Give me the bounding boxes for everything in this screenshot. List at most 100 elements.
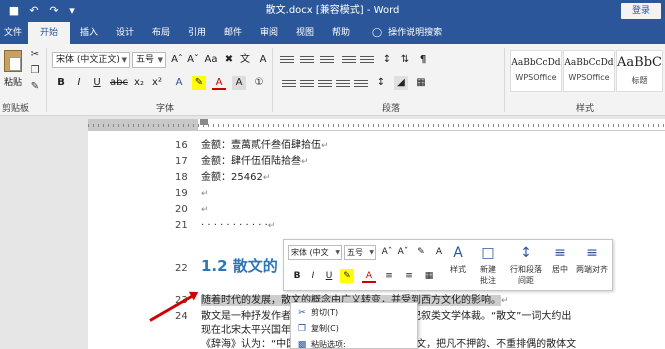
doc-line[interactable]: 19 ↵ xyxy=(175,186,209,202)
underline-button[interactable]: U xyxy=(90,76,104,90)
bold-button[interactable]: B xyxy=(54,76,68,90)
cut-icon[interactable]: ✂ xyxy=(28,48,42,62)
indent-marker[interactable] xyxy=(200,119,208,125)
multilevel-list-icon[interactable] xyxy=(320,54,334,66)
line-number: 19 xyxy=(175,188,188,199)
char-shading-icon[interactable]: A xyxy=(232,76,246,90)
tab-design[interactable]: 设计 xyxy=(110,22,140,44)
italic-button[interactable]: I xyxy=(306,269,320,283)
chinese-layout-icon[interactable]: ↕ xyxy=(380,53,394,67)
highlight-icon[interactable]: ✎ xyxy=(340,269,354,283)
line-spacing-icon[interactable]: ↕ xyxy=(374,76,388,90)
doc-line[interactable]: 20 ↵ xyxy=(175,202,209,218)
doc-line[interactable]: 18 金额：25462↵ xyxy=(175,170,270,186)
login-button[interactable]: 登录 xyxy=(621,3,661,19)
strikethrough-button[interactable]: abc xyxy=(110,76,128,90)
grow-font-icon[interactable]: Aˆ xyxy=(170,53,184,67)
sort-icon[interactable]: ⇅ xyxy=(398,53,412,67)
decrease-indent-icon[interactable] xyxy=(342,54,356,66)
underline-button[interactable]: U xyxy=(322,269,336,283)
menu-item-copy[interactable]: ❐ 复制(C) xyxy=(291,321,419,337)
doc-line[interactable]: 21 · · · · · · · · · · ·↵ xyxy=(175,218,275,234)
menu-item-cut[interactable]: ✂ 剪切(T) xyxy=(291,305,419,321)
tab-file[interactable]: 文件 xyxy=(0,22,26,44)
align-right-icon[interactable] xyxy=(318,78,332,90)
phonetic-icon[interactable]: 文 xyxy=(238,53,252,67)
line-spacing-button[interactable]: ↕ 行和段落 间距 xyxy=(508,244,544,286)
tab-insert[interactable]: 插入 xyxy=(74,22,104,44)
menu-item-paste-options[interactable]: ▩ 粘贴选项: xyxy=(291,337,419,349)
tab-references[interactable]: 引用 xyxy=(182,22,212,44)
line-number: 16 xyxy=(175,140,188,151)
superscript-button[interactable]: x² xyxy=(150,76,164,90)
group-divider xyxy=(504,48,505,112)
paste-icon[interactable] xyxy=(4,50,22,72)
text-effects-icon[interactable]: A xyxy=(172,76,186,90)
font-name-select[interactable]: 宋体 (中文正文) ▼ xyxy=(52,52,130,68)
align-center-icon[interactable] xyxy=(300,78,314,90)
shrink-font-icon[interactable]: Aˇ xyxy=(396,245,410,259)
numbering-icon[interactable] xyxy=(300,54,314,66)
style-no-spacing[interactable]: AaBbCcDd WPSOffice xyxy=(563,50,615,92)
font-color-icon[interactable]: A xyxy=(212,76,226,90)
grow-font-icon[interactable]: Aˆ xyxy=(380,245,394,259)
bullets-icon[interactable]: ≡ xyxy=(382,269,396,283)
paste-label[interactable]: 粘贴 xyxy=(4,75,22,88)
subscript-button[interactable]: x₂ xyxy=(132,76,146,90)
change-case-icon[interactable]: Aa xyxy=(204,53,218,67)
tab-help[interactable]: 帮助 xyxy=(326,22,356,44)
tab-mailings[interactable]: 邮件 xyxy=(218,22,248,44)
enclose-char-icon[interactable]: ① xyxy=(252,76,266,90)
tab-layout[interactable]: 布局 xyxy=(146,22,176,44)
italic-button[interactable]: I xyxy=(72,76,86,90)
mini-size-select[interactable]: 五号 ▼ xyxy=(344,245,376,260)
shrink-font-icon[interactable]: Aˇ xyxy=(186,53,200,67)
bold-button[interactable]: B xyxy=(290,269,304,283)
styles-icon: A xyxy=(453,245,463,261)
tab-review[interactable]: 审阅 xyxy=(254,22,284,44)
shading-icon[interactable]: ◢ xyxy=(394,76,408,90)
style-heading[interactable]: AaBbC 标题 xyxy=(616,50,663,92)
bullets-icon[interactable] xyxy=(280,54,294,66)
comment-icon: □ xyxy=(481,245,495,261)
doc-heading-line[interactable]: 22 1.2 散文的 xyxy=(175,255,278,277)
chevron-down-icon: ▼ xyxy=(369,249,374,256)
section-heading: 1.2 散文的 xyxy=(201,257,278,275)
line-number: 18 xyxy=(175,172,188,183)
mini-styles-button[interactable]: A 样式 xyxy=(444,244,472,275)
new-comment-button[interactable]: □ 新建 批注 xyxy=(474,244,502,286)
format-painter-icon[interactable]: ✎ xyxy=(414,245,428,259)
font-size-select[interactable]: 五号 ▼ xyxy=(132,52,166,68)
font-color-icon[interactable]: A xyxy=(362,269,376,283)
copy-icon[interactable]: ❐ xyxy=(28,64,42,78)
horizontal-ruler[interactable] xyxy=(88,119,665,131)
paragraph-mark-icon: ↵ xyxy=(201,205,209,215)
group-divider xyxy=(272,48,273,112)
format-painter-icon[interactable]: ✎ xyxy=(28,80,42,94)
tab-home[interactable]: 开始 xyxy=(28,22,70,44)
style-normal[interactable]: AaBbCcDd WPSOffice xyxy=(510,50,562,92)
borders-icon[interactable]: ▦ xyxy=(414,76,428,90)
mini-font-select[interactable]: 宋体 (中文 ▼ xyxy=(288,245,342,260)
numbering-icon[interactable]: ≡ xyxy=(402,269,416,283)
show-marks-icon[interactable]: ¶ xyxy=(416,53,430,67)
char-border-icon[interactable]: A xyxy=(256,53,270,67)
line-spacing-label-2: 间距 xyxy=(518,276,534,285)
styles-gallery-icon[interactable]: ▦ xyxy=(422,269,436,283)
tab-view[interactable]: 视图 xyxy=(290,22,320,44)
chevron-down-icon: ▼ xyxy=(121,56,127,64)
justify-button[interactable]: ≡ 两端对齐 xyxy=(574,244,610,275)
align-left-icon[interactable] xyxy=(282,78,296,90)
line-text: 金额：壹萬貳仟叁佰肆拾伍 xyxy=(201,140,321,151)
justify-icon[interactable] xyxy=(336,78,350,90)
tell-me-search[interactable]: ◯ 操作说明搜索 xyxy=(372,22,442,44)
increase-indent-icon[interactable] xyxy=(360,54,374,66)
doc-line[interactable]: 16 金额：壹萬貳仟叁佰肆拾伍↵ xyxy=(175,138,329,154)
center-button[interactable]: ≡ 居中 xyxy=(546,244,574,275)
paragraph-mark-icon: ↵ xyxy=(262,173,271,183)
clear-format-icon[interactable]: ✖ xyxy=(222,53,236,67)
doc-line[interactable]: 17 金额：肆仟伍佰陆拾叁↵ xyxy=(175,154,309,170)
highlight-icon[interactable]: ✎ xyxy=(192,76,206,90)
justify-label: 两端对齐 xyxy=(576,265,608,274)
distributed-icon[interactable] xyxy=(354,78,368,90)
